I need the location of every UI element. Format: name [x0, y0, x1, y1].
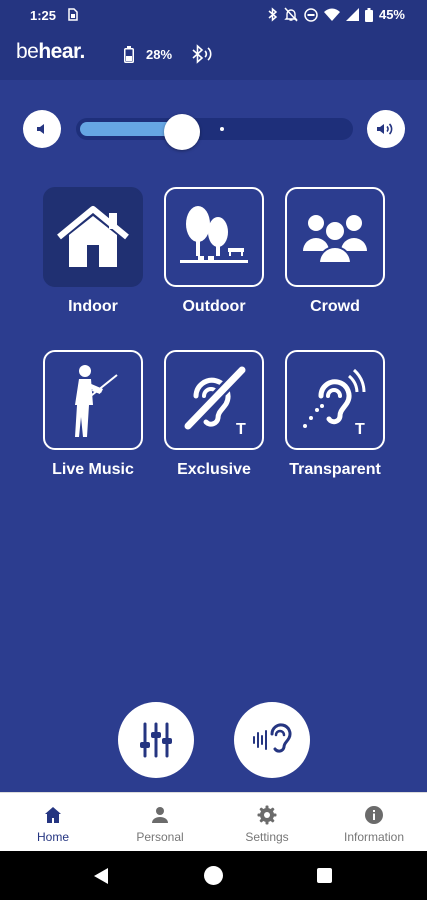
system-navigation-bar: [0, 851, 427, 900]
volume-up-icon: [377, 123, 393, 135]
nav-item-personal[interactable]: Personal: [107, 793, 213, 852]
ear-sound-icon: [253, 723, 292, 753]
volume-down-icon: [37, 124, 44, 134]
signal-icon: [345, 8, 359, 21]
mode-tile-exclusive[interactable]: T: [164, 350, 264, 450]
equalizer-button[interactable]: [118, 702, 194, 778]
mode-label-outdoor: Outdoor: [182, 298, 246, 315]
back-icon[interactable]: [93, 867, 109, 885]
device-battery-percent: 28%: [146, 47, 173, 62]
battery-icon: [364, 7, 373, 22]
battery-percent: 45%: [378, 7, 405, 22]
gear-icon: [257, 805, 277, 825]
crowd-icon: [303, 215, 367, 263]
wifi-icon: [323, 8, 340, 21]
svg-text:T: T: [236, 421, 246, 438]
nav-item-home[interactable]: Home: [0, 793, 106, 852]
mode-tile-indoor[interactable]: [43, 187, 143, 287]
home-circle-icon[interactable]: [204, 866, 223, 885]
mode-tile-crowd[interactable]: [285, 187, 385, 287]
bluetooth-audio-icon[interactable]: [191, 44, 215, 64]
bottom-navigation: Home Personal Settings Information: [0, 792, 427, 851]
equalizer-icon: [140, 722, 172, 758]
info-icon: [365, 806, 383, 824]
trees-icon: [180, 206, 248, 263]
device-battery-icon: [124, 46, 134, 63]
house-icon: [57, 206, 129, 267]
mode-label-live-music: Live Music: [52, 461, 134, 478]
home-icon: [45, 807, 61, 823]
mode-label-transparent: Transparent: [289, 461, 381, 478]
mode-label-exclusive: Exclusive: [177, 461, 251, 478]
nav-item-information[interactable]: Information: [321, 793, 427, 852]
nav-item-settings[interactable]: Settings: [214, 793, 320, 852]
do-not-disturb-icon: [304, 7, 318, 22]
status-time: 1:25: [30, 8, 57, 23]
volume-slider-thumb[interactable]: [164, 114, 201, 150]
volume-down-button[interactable]: [23, 110, 61, 148]
hearing-test-button[interactable]: [234, 702, 310, 778]
mode-label-indoor: Indoor: [68, 298, 118, 315]
nav-label-home: Home: [36, 830, 69, 844]
sim-icon: [68, 8, 78, 21]
nav-label-settings: Settings: [245, 830, 289, 844]
hearing-loop-icon: T: [303, 368, 366, 438]
svg-text:T: T: [355, 421, 365, 438]
volume-slider-marker: [220, 127, 225, 131]
volume-up-button[interactable]: [367, 110, 405, 148]
person-icon: [152, 807, 168, 823]
nav-label-information: Information: [343, 830, 405, 844]
violinist-icon: [75, 365, 118, 437]
notifications-off-icon: [284, 7, 298, 22]
mode-label-crowd: Crowd: [310, 298, 360, 315]
volume-slider[interactable]: [76, 114, 353, 150]
mode-tile-outdoor[interactable]: [164, 187, 264, 287]
app-header: behear. 28%: [0, 32, 427, 80]
recents-icon[interactable]: [317, 868, 332, 883]
mode-tile-live-music[interactable]: [43, 350, 143, 450]
hearing-loop-off-icon: T: [182, 364, 248, 438]
mode-tile-transparent[interactable]: T: [285, 350, 385, 450]
nav-label-personal: Personal: [136, 830, 184, 844]
status-bar: 1:25 45%: [0, 0, 427, 32]
behear-logo: behear.: [16, 40, 85, 63]
bluetooth-icon: [268, 7, 278, 22]
